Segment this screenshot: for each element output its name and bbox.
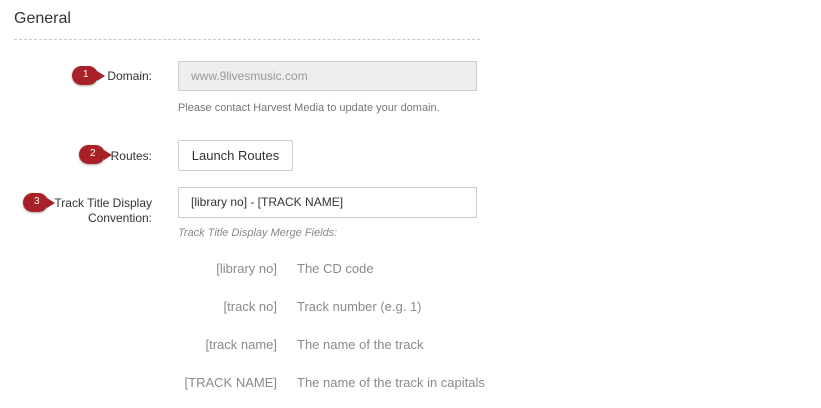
- step-marker-2: 2: [79, 145, 112, 164]
- step-marker-number: 1: [83, 69, 89, 80]
- merge-field-description: The name of the track in capitals: [297, 375, 485, 390]
- track-title-label: Track Title Display Convention:: [54, 196, 152, 226]
- merge-field-key: [TRACK NAME]: [184, 375, 277, 390]
- section-divider: [14, 39, 480, 40]
- step-marker-1: 1: [72, 66, 105, 85]
- step-marker-number: 3: [34, 196, 40, 207]
- merge-field-description: The name of the track: [297, 337, 424, 352]
- routes-label: Routes:: [110, 149, 152, 163]
- merge-field-description: Track number (e.g. 1): [297, 299, 422, 314]
- launch-routes-button[interactable]: Launch Routes: [178, 140, 293, 171]
- settings-page: General 1 Domain: www.9livesmusic.com Pl…: [0, 0, 821, 408]
- section-title: General: [14, 10, 71, 27]
- merge-field-key: [library no]: [216, 261, 277, 276]
- track-title-convention-input[interactable]: [library no] - [TRACK NAME]: [178, 187, 477, 218]
- track-title-label-line2: Convention:: [87, 211, 152, 225]
- domain-field: www.9livesmusic.com: [178, 61, 477, 91]
- step-marker-number: 2: [90, 148, 96, 159]
- merge-field-key: [track no]: [223, 299, 277, 314]
- merge-field-key: [track name]: [205, 337, 277, 352]
- step-marker-3: 3: [23, 193, 55, 212]
- track-title-label-line1: Track Title Display: [54, 196, 152, 210]
- merge-fields-heading: Track Title Display Merge Fields:: [178, 227, 338, 239]
- merge-field-description: The CD code: [297, 261, 374, 276]
- domain-help-text: Please contact Harvest Media to update y…: [178, 102, 440, 114]
- domain-label: Domain:: [107, 69, 152, 83]
